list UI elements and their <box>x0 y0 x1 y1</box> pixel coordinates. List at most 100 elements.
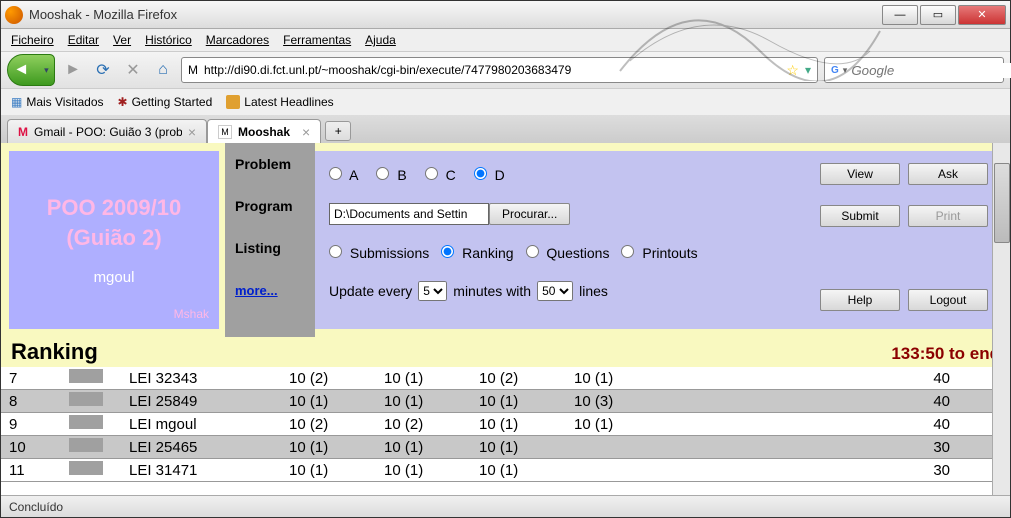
rank-number: 9 <box>1 413 61 436</box>
firefox-window: Mooshak - Mozilla Firefox — ▭ ✕ Ficheiro… <box>0 0 1011 518</box>
bookmark-latest-headlines[interactable]: Latest Headlines <box>226 95 333 109</box>
contest-name: POO 2009/10 <box>47 195 182 221</box>
flag-icon <box>69 369 103 383</box>
form-labels-column: Problem Program Listing more... <box>225 143 315 337</box>
table-row: 11LEI 3147110 (1)10 (1)10 (1)30 <box>1 459 1010 482</box>
minimize-button[interactable]: — <box>882 5 918 25</box>
listing-submissions[interactable]: Submissions <box>329 245 429 261</box>
bookmark-star-icon[interactable]: ☆ <box>786 62 799 79</box>
flag-cell <box>61 390 121 413</box>
bookmark-most-visited[interactable]: ▦Mais Visitados <box>11 95 104 109</box>
forward-button[interactable]: ► <box>61 58 85 82</box>
back-button[interactable]: ◄ ▾ <box>7 54 55 86</box>
program-path-input[interactable] <box>329 203 489 225</box>
rank-number: 7 <box>1 367 61 390</box>
vertical-scrollbar[interactable] <box>992 143 1010 495</box>
logout-button[interactable]: Logout <box>908 289 988 311</box>
problem-b[interactable]: B <box>376 167 406 183</box>
view-button[interactable]: View <box>820 163 900 185</box>
tab-mooshak[interactable]: M Mooshak × <box>207 119 321 143</box>
menu-history[interactable]: Histórico <box>145 33 192 47</box>
score-c: 10 (2) <box>471 367 566 390</box>
score-b: 10 (1) <box>376 459 471 482</box>
score-c: 10 (1) <box>471 413 566 436</box>
table-row: 8LEI 2584910 (1)10 (1)10 (1)10 (3)40 <box>1 390 1010 413</box>
google-icon: G <box>831 63 839 77</box>
score-a: 10 (1) <box>281 459 376 482</box>
reload-button[interactable]: ⟳ <box>91 58 115 82</box>
flag-icon <box>69 438 103 452</box>
bookmark-toolbar: ▦Mais Visitados ✱Getting Started Latest … <box>1 89 1010 115</box>
close-tab-icon[interactable]: × <box>188 124 196 140</box>
mooshak-logo: Mshak <box>174 307 209 321</box>
listing-radios: Submissions Ranking Questions Printouts <box>329 245 820 261</box>
url-bar[interactable]: M http://di90.di.fct.unl.pt/~mooshak/cgi… <box>181 57 818 83</box>
table-row: 7LEI 3234310 (2)10 (1)10 (2)10 (1)40 <box>1 367 1010 390</box>
stop-button[interactable]: ✕ <box>121 58 145 82</box>
search-dropdown-icon[interactable]: ▾ <box>843 65 848 76</box>
close-tab-icon[interactable]: × <box>302 124 310 140</box>
new-tab-button[interactable]: + <box>325 121 351 141</box>
problem-a[interactable]: A <box>329 167 358 183</box>
gmail-icon: M <box>18 125 28 139</box>
score-a: 10 (2) <box>281 367 376 390</box>
ranking-table-container: 7LEI 3234310 (2)10 (1)10 (2)10 (1)408LEI… <box>1 367 1010 495</box>
problem-radios: A B C D <box>329 167 820 183</box>
search-input[interactable] <box>851 63 1011 78</box>
firefox-icon <box>5 6 23 24</box>
score-a: 10 (1) <box>281 390 376 413</box>
titlebar: Mooshak - Mozilla Firefox — ▭ ✕ <box>1 1 1010 29</box>
menu-file[interactable]: Ficheiro <box>11 33 54 47</box>
menu-help[interactable]: Ajuda <box>365 33 396 47</box>
score-d <box>566 459 661 482</box>
update-pre: Update every <box>329 283 412 299</box>
problem-d[interactable]: D <box>474 167 505 183</box>
tab-gmail[interactable]: M Gmail - POO: Guião 3 (problema de... × <box>7 119 207 143</box>
close-button[interactable]: ✕ <box>958 5 1006 25</box>
team-name: LEI mgoul <box>121 413 281 436</box>
score-a: 10 (1) <box>281 436 376 459</box>
score-a: 10 (2) <box>281 413 376 436</box>
ask-button[interactable]: Ask <box>908 163 988 185</box>
maximize-button[interactable]: ▭ <box>920 5 956 25</box>
folder-icon: ▦ <box>11 95 22 109</box>
listing-ranking[interactable]: Ranking <box>441 245 513 261</box>
problem-c[interactable]: C <box>425 167 456 183</box>
listing-printouts[interactable]: Printouts <box>621 245 697 261</box>
print-button[interactable]: Print <box>908 205 988 227</box>
submit-button[interactable]: Submit <box>820 205 900 227</box>
rank-number: 10 <box>1 436 61 459</box>
score-b: 10 (1) <box>376 436 471 459</box>
menu-bookmarks[interactable]: Marcadores <box>206 33 269 47</box>
listing-questions[interactable]: Questions <box>526 245 610 261</box>
scrollbar-thumb[interactable] <box>994 163 1010 243</box>
status-text: Concluído <box>9 500 63 514</box>
menu-tools[interactable]: Ferramentas <box>283 33 351 47</box>
rank-number: 11 <box>1 459 61 482</box>
help-button[interactable]: Help <box>820 289 900 311</box>
bookmark-getting-started[interactable]: ✱Getting Started <box>118 95 213 109</box>
score-d: 10 (3) <box>566 390 661 413</box>
browse-button[interactable]: Procurar... <box>489 203 570 225</box>
more-link[interactable]: more... <box>225 269 315 311</box>
menubar: Ficheiro Editar Ver Histórico Marcadores… <box>1 29 1010 51</box>
label-listing: Listing <box>225 227 315 269</box>
update-mid: minutes with <box>453 283 531 299</box>
team-name: LEI 25849 <box>121 390 281 413</box>
update-minutes-select[interactable]: 5 <box>418 281 447 301</box>
score-d <box>566 436 661 459</box>
search-bar[interactable]: G ▾ 🔍 <box>824 57 1004 83</box>
flag-cell <box>61 459 121 482</box>
user-name: mgoul <box>94 269 135 286</box>
update-lines-select[interactable]: 50 <box>537 281 573 301</box>
home-button[interactable]: ⌂ <box>151 58 175 82</box>
menu-edit[interactable]: Editar <box>68 33 99 47</box>
mooshak-icon: M <box>218 125 232 139</box>
ladybug-icon: ✱ <box>118 95 128 109</box>
url-dropdown-icon[interactable]: ▾ <box>805 63 811 77</box>
tab-bar: M Gmail - POO: Guião 3 (problema de... ×… <box>1 115 1010 143</box>
label-program: Program <box>225 185 315 227</box>
score-d: 10 (1) <box>566 367 661 390</box>
score-b: 10 (1) <box>376 390 471 413</box>
menu-view[interactable]: Ver <box>113 33 131 47</box>
